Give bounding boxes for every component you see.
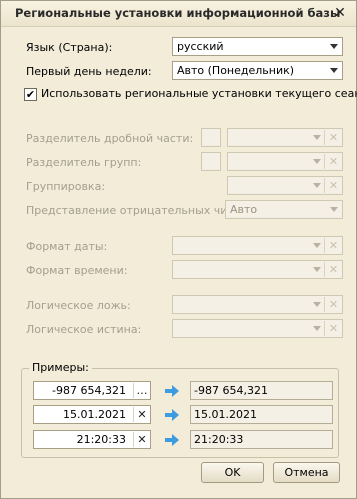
example-date-value: 15.01.2021 bbox=[63, 408, 126, 421]
chevron-down-icon[interactable] bbox=[326, 63, 341, 78]
cancel-button[interactable]: Отмена bbox=[273, 462, 340, 483]
grouping-label: Группировка: bbox=[26, 180, 106, 193]
example-number-value: -987 654,321 bbox=[52, 384, 126, 397]
arrow-right-icon bbox=[165, 409, 179, 421]
group-separator-field[interactable] bbox=[201, 152, 221, 171]
grouping-select[interactable]: ✕ bbox=[227, 176, 343, 195]
time-format-label: Формат времени: bbox=[26, 264, 128, 277]
boolean-true-select[interactable]: ✕ bbox=[172, 319, 343, 338]
date-format-label: Формат даты: bbox=[26, 240, 108, 253]
clear-icon[interactable]: ✕ bbox=[326, 154, 341, 169]
example-number-result: -987 654,321 bbox=[190, 381, 333, 400]
use-session-checkbox[interactable]: ✔ bbox=[24, 88, 37, 101]
example-number-result-value: -987 654,321 bbox=[194, 384, 268, 397]
decimal-separator-label: Разделитель дробной части: bbox=[26, 132, 194, 145]
chevron-down-icon[interactable] bbox=[309, 321, 324, 336]
ok-button[interactable]: OK bbox=[201, 462, 264, 483]
group-separator-label: Разделитель групп: bbox=[26, 156, 142, 169]
boolean-false-select[interactable]: ✕ bbox=[172, 295, 343, 314]
clear-icon[interactable]: ✕ bbox=[135, 407, 149, 422]
use-session-label: Использовать региональные установки теку… bbox=[41, 87, 357, 100]
arrow-right-icon bbox=[165, 434, 179, 446]
negative-numbers-select[interactable]: Авто bbox=[225, 200, 343, 219]
decimal-separator-select[interactable]: ✕ bbox=[227, 128, 343, 147]
arrow-right-icon bbox=[165, 385, 179, 397]
example-time-result-value: 21:20:33 bbox=[194, 433, 244, 446]
chevron-down-icon[interactable] bbox=[326, 202, 341, 217]
examples-title: Примеры: bbox=[29, 361, 92, 374]
example-date-input[interactable]: 15.01.2021 ✕ bbox=[33, 405, 151, 424]
negative-numbers-value: Авто bbox=[230, 203, 258, 216]
time-format-select[interactable]: ✕ bbox=[172, 260, 343, 279]
clear-icon[interactable]: ✕ bbox=[135, 432, 149, 447]
language-label: Язык (Страна): bbox=[26, 41, 113, 54]
title-bar: Региональные установки информационной ба… bbox=[1, 1, 356, 27]
chevron-down-icon[interactable] bbox=[309, 154, 324, 169]
example-time-value: 21:20:33 bbox=[76, 433, 126, 446]
clear-icon[interactable]: ✕ bbox=[326, 130, 341, 145]
example-number-input[interactable]: -987 654,321 … bbox=[33, 381, 151, 400]
clear-icon[interactable]: ✕ bbox=[326, 262, 341, 277]
clear-icon[interactable]: ✕ bbox=[326, 321, 341, 336]
clear-icon[interactable]: ✕ bbox=[326, 297, 341, 312]
dialog-title: Региональные установки информационной ба… bbox=[15, 6, 341, 20]
first-day-select[interactable]: Авто (Понедельник) bbox=[172, 61, 343, 80]
ellipsis-icon[interactable]: … bbox=[135, 383, 149, 398]
boolean-false-label: Логическое ложь: bbox=[26, 299, 131, 312]
clear-icon[interactable]: ✕ bbox=[326, 238, 341, 253]
chevron-down-icon[interactable] bbox=[309, 262, 324, 277]
example-date-result: 15.01.2021 bbox=[190, 405, 333, 424]
chevron-down-icon[interactable] bbox=[309, 238, 324, 253]
chevron-down-icon[interactable] bbox=[326, 39, 341, 54]
language-value: русский bbox=[177, 40, 224, 53]
first-day-label: Первый день недели: bbox=[26, 65, 152, 78]
decimal-separator-field[interactable] bbox=[201, 128, 221, 147]
boolean-true-label: Логическое истина: bbox=[26, 323, 142, 336]
example-date-result-value: 15.01.2021 bbox=[194, 408, 257, 421]
regional-settings-dialog: Региональные установки информационной ба… bbox=[0, 0, 357, 499]
example-time-result: 21:20:33 bbox=[190, 430, 333, 449]
clear-icon[interactable]: ✕ bbox=[326, 178, 341, 193]
example-time-input[interactable]: 21:20:33 ✕ bbox=[33, 430, 151, 449]
negative-numbers-label: Представление отрицательных чисел: bbox=[26, 204, 251, 217]
chevron-down-icon[interactable] bbox=[309, 178, 324, 193]
group-separator-select[interactable]: ✕ bbox=[227, 152, 343, 171]
first-day-value: Авто (Понедельник) bbox=[177, 64, 295, 77]
chevron-down-icon[interactable] bbox=[309, 297, 324, 312]
chevron-down-icon[interactable] bbox=[309, 130, 324, 145]
close-icon[interactable]: ✕ bbox=[332, 5, 348, 21]
date-format-select[interactable]: ✕ bbox=[172, 236, 343, 255]
language-select[interactable]: русский bbox=[172, 37, 343, 56]
